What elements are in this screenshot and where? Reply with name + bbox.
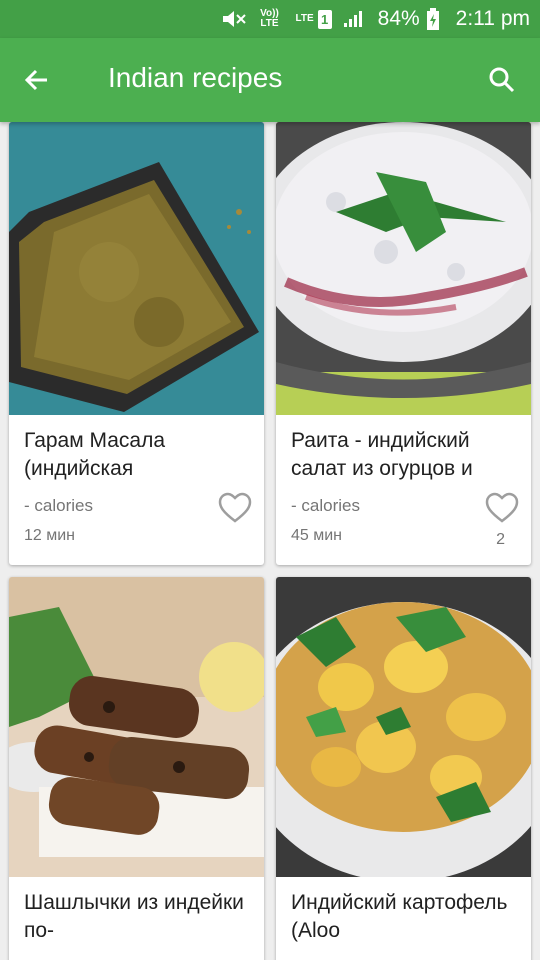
recipe-grid: Гарам Масала (индийская - calories 12 ми… [0, 122, 540, 960]
lte-label: LTE [295, 13, 314, 24]
likes-count: 2 [496, 531, 505, 548]
recipe-image [9, 122, 264, 415]
back-button[interactable] [16, 60, 56, 100]
recipe-calories: - calories [291, 496, 360, 515]
back-arrow-icon [24, 69, 47, 91]
sim-icon: 1 [317, 9, 332, 29]
recipe-card[interactable]: Гарам Масала (индийская - calories 12 ми… [9, 122, 264, 565]
recipe-image [9, 577, 264, 877]
recipe-calories: - calories [24, 496, 93, 515]
recipe-image [276, 577, 531, 877]
volte-icon: Vo)) LTE [260, 8, 279, 29]
status-bar: Vo)) LTE LTE 1 84% 2:11 pm [0, 0, 540, 38]
sim-number: 1 [317, 9, 332, 29]
recipe-title: Гарам Масала (индийская [24, 429, 166, 480]
recipe-time: 45 мин [291, 527, 343, 544]
recipe-card[interactable]: Раита - индийский салат из огурцов и - c… [276, 122, 531, 565]
favorite-heart-icon[interactable] [485, 492, 519, 524]
recipe-image [276, 122, 531, 415]
page-title: Indian recipes [108, 62, 283, 93]
recipe-title: Индийский картофель (Aloo [291, 891, 508, 942]
recipe-card[interactable]: Шашлычки из индейки по- [9, 577, 264, 960]
search-button[interactable] [482, 60, 522, 100]
recipe-time: 12 мин [24, 527, 76, 544]
recipe-card[interactable]: Индийский картофель (Aloo [276, 577, 531, 960]
search-icon [489, 67, 515, 93]
recipe-title: Раита - индийский салат из огурцов и [291, 429, 473, 480]
clock: 2:11 pm [455, 7, 530, 30]
battery-percent: 84% [377, 7, 420, 30]
recipe-title: Шашлычки из индейки по- [24, 891, 244, 942]
battery-icon [426, 8, 440, 30]
mute-icon [221, 9, 247, 29]
signal-icon [342, 9, 364, 29]
app-bar: Indian recipes [0, 38, 540, 122]
favorite-heart-icon[interactable] [218, 492, 252, 524]
